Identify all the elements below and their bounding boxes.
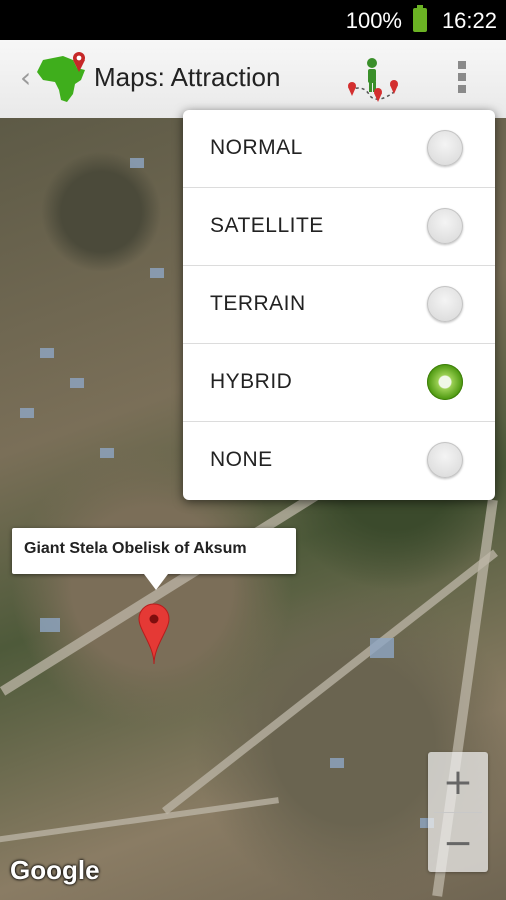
- zoom-controls: + −: [428, 752, 488, 872]
- google-attribution: Google: [10, 855, 100, 885]
- map-building: [20, 408, 34, 418]
- map-building: [100, 448, 114, 458]
- overflow-menu-icon[interactable]: [448, 58, 476, 100]
- zoom-in-button[interactable]: +: [428, 752, 488, 812]
- menu-item-none[interactable]: NONE: [183, 422, 495, 499]
- menu-item-satellite[interactable]: SATELLITE: [183, 188, 495, 266]
- map-building: [330, 758, 344, 768]
- clock: 16:22: [441, 8, 497, 33]
- map-building: [40, 348, 54, 358]
- menu-item-label: NONE: [210, 448, 273, 471]
- radio-button-selected[interactable]: [427, 364, 463, 400]
- menu-item-label: NORMAL: [210, 136, 303, 159]
- menu-item-label: SATELLITE: [210, 214, 324, 237]
- menu-item-hybrid[interactable]: HYBRID: [183, 344, 495, 422]
- africa-logo-icon[interactable]: [33, 50, 91, 106]
- page-title: Maps: Attraction: [94, 62, 281, 92]
- map-road: [0, 797, 279, 845]
- map-building: [150, 268, 164, 278]
- radio-button[interactable]: [427, 208, 463, 244]
- menu-item-normal[interactable]: NORMAL: [183, 110, 495, 188]
- back-chevron-icon[interactable]: ‹: [20, 64, 31, 92]
- map-type-menu: NORMAL SATELLITE TERRAIN HYBRID NONE: [183, 110, 495, 500]
- battery-icon: [413, 5, 427, 32]
- map-pin-icon[interactable]: [137, 602, 171, 666]
- route-icon[interactable]: [344, 54, 402, 106]
- status-bar: 100% 16:22: [0, 0, 506, 40]
- map-building: [70, 378, 84, 388]
- marker-title: Giant Stela Obelisk of Aksum: [24, 540, 247, 557]
- menu-item-label: HYBRID: [210, 370, 293, 393]
- menu-item-label: TERRAIN: [210, 292, 306, 315]
- map-building: [40, 618, 60, 632]
- battery-percent: 100%: [345, 8, 402, 33]
- radio-button[interactable]: [427, 286, 463, 322]
- map-building: [130, 158, 144, 168]
- map-building: [370, 638, 394, 658]
- marker-info-window[interactable]: Giant Stela Obelisk of Aksum: [12, 528, 296, 590]
- radio-button[interactable]: [427, 130, 463, 166]
- menu-item-terrain[interactable]: TERRAIN: [183, 266, 495, 344]
- zoom-out-button[interactable]: −: [428, 813, 488, 873]
- action-bar: ‹ Maps: Attraction: [0, 40, 506, 119]
- radio-button[interactable]: [427, 442, 463, 478]
